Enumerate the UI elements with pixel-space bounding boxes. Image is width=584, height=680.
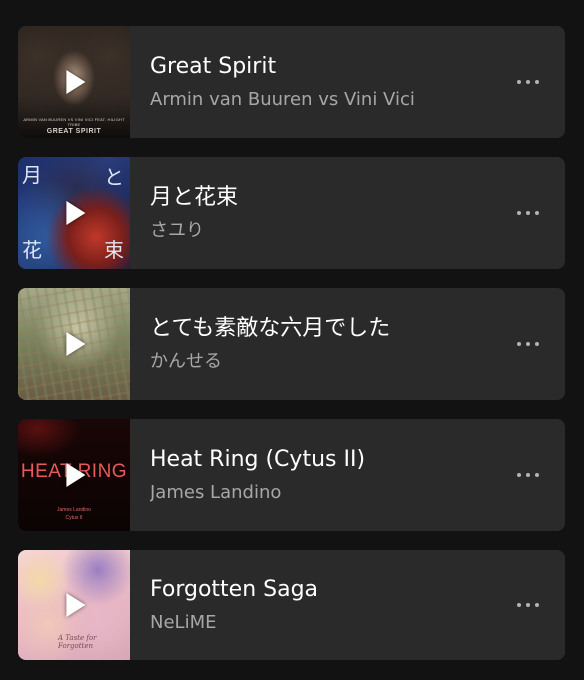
more-options-icon[interactable]	[517, 334, 539, 354]
more-options-icon[interactable]	[517, 595, 539, 615]
more-options-icon[interactable]	[517, 465, 539, 485]
more-options-icon[interactable]	[517, 203, 539, 223]
track-artist[interactable]: James Landino	[150, 481, 495, 505]
track-row[interactable]: A Taste for Forgotten Forgotten Saga NeL…	[18, 550, 565, 660]
track-title: Great Spirit	[150, 53, 277, 79]
track-row[interactable]: ARMIN VAN BUUREN VS VINI VICI FEAT. HILI…	[18, 26, 565, 138]
album-art[interactable]	[18, 288, 130, 400]
track-row[interactable]: 月 と 花 束 月と花束 さユり	[18, 157, 565, 269]
track-row[interactable]: HEAT RING James Landino Cytus II Heat Ri…	[18, 419, 565, 531]
album-art-caption: Cytus II	[65, 515, 83, 521]
track-artist[interactable]: NeLiME	[150, 611, 495, 635]
track-title: Forgotten Saga	[150, 576, 319, 602]
track-info: Forgotten Saga NeLiME	[150, 550, 495, 660]
track-info: 月と花束 さユり	[150, 157, 495, 269]
track-title: とても素敵な六月でした	[150, 315, 391, 341]
album-art-caption: James Landino	[57, 507, 91, 513]
track-list: ARMIN VAN BUUREN VS VINI VICI FEAT. HILI…	[18, 26, 565, 679]
track-artist[interactable]: かんせる	[150, 350, 495, 374]
album-art-title: GREAT SPIRIT	[46, 128, 102, 135]
track-title: 月と花束	[150, 184, 239, 210]
track-title: Heat Ring (Cytus II)	[150, 446, 366, 472]
album-art-caption: ARMIN VAN BUUREN VS VINI VICI FEAT. HILI…	[23, 117, 125, 127]
play-icon[interactable]	[66, 70, 86, 94]
track-artist[interactable]: さユり	[150, 219, 495, 243]
more-options-icon[interactable]	[517, 72, 539, 92]
track-row[interactable]: とても素敵な六月でした かんせる	[18, 288, 565, 400]
album-art[interactable]: A Taste for Forgotten	[18, 550, 130, 660]
album-art[interactable]: 月 と 花 束	[18, 157, 130, 269]
album-art-text: 月	[22, 163, 42, 187]
play-icon[interactable]	[66, 332, 86, 356]
play-icon[interactable]	[66, 593, 86, 617]
album-art-text: と	[104, 165, 124, 189]
album-art-text: 束	[104, 238, 124, 262]
play-icon[interactable]	[66, 201, 86, 225]
album-art-text: 花	[22, 238, 42, 262]
album-art[interactable]: ARMIN VAN BUUREN VS VINI VICI FEAT. HILI…	[18, 26, 130, 138]
play-icon[interactable]	[66, 463, 86, 487]
track-info: Great Spirit Armin van Buuren vs Vini Vi…	[150, 26, 495, 138]
track-info: とても素敵な六月でした かんせる	[150, 288, 495, 400]
track-info: Heat Ring (Cytus II) James Landino	[150, 419, 495, 531]
album-art-signature: A Taste for Forgotten	[58, 634, 97, 650]
album-art[interactable]: HEAT RING James Landino Cytus II	[18, 419, 130, 531]
track-artist[interactable]: Armin van Buuren vs Vini Vici	[150, 88, 495, 112]
